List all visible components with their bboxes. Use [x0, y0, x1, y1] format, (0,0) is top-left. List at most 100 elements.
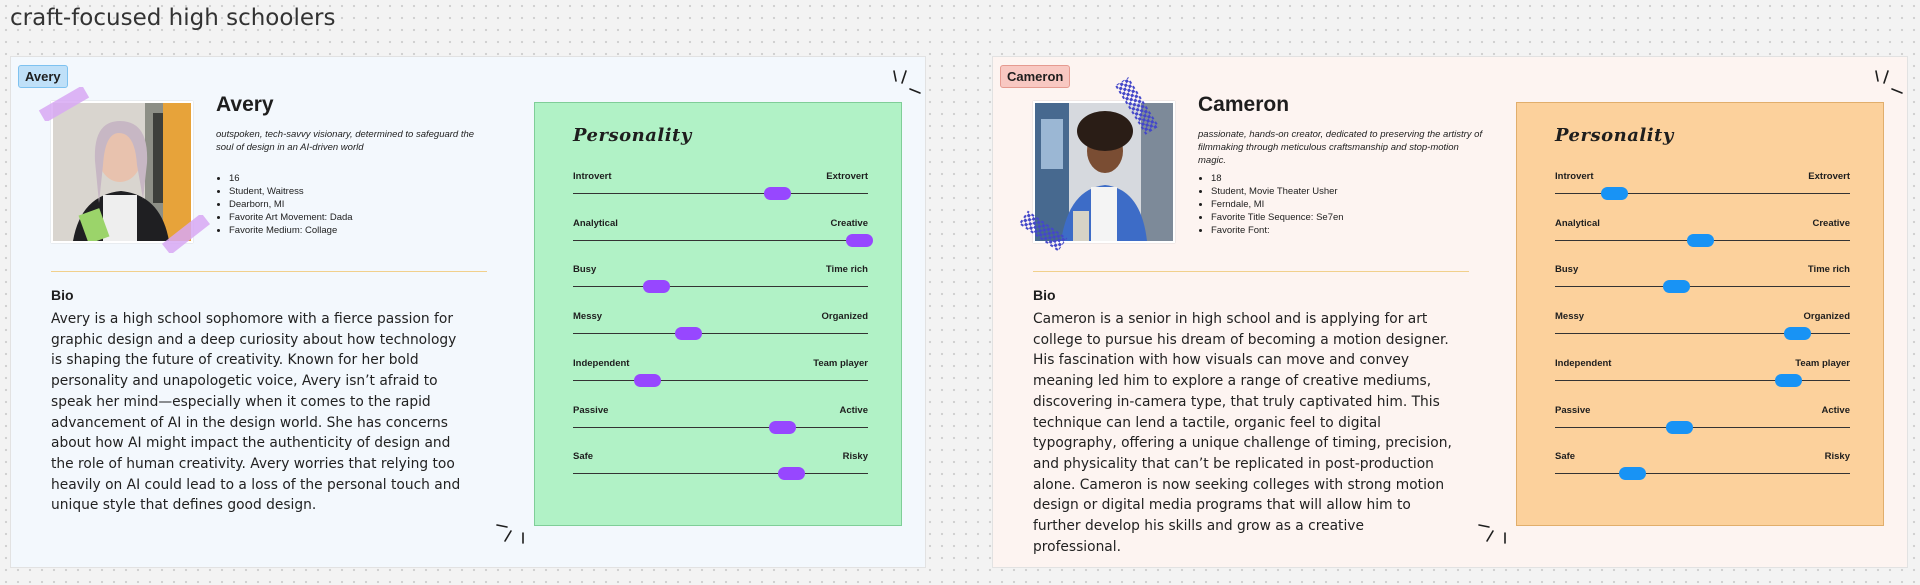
slider-track[interactable] [573, 193, 868, 194]
trait-slider-independent-team-player[interactable]: Independent Team player [573, 358, 868, 388]
slider-track[interactable] [1555, 379, 1850, 381]
trait-slider-safe-risky[interactable]: Safe Risky [573, 451, 868, 481]
fact-item: Student, Movie Theater Usher [1211, 185, 1344, 198]
trait-right-label: Time rich [1807, 264, 1850, 276]
slider-track[interactable] [1555, 193, 1850, 194]
trait-left-label: Busy [573, 264, 597, 276]
fact-item: Dearborn, MI [229, 198, 353, 211]
slider-handle[interactable] [763, 187, 791, 200]
trait-slider-analytical-creative[interactable]: Analytical Creative [573, 217, 874, 248]
persona-card-avery[interactable]: Avery Avery outspoken, tech-savvy vision… [10, 56, 926, 568]
trait-right-label: Risky [842, 451, 868, 463]
sparkle-mark-icon [1875, 70, 1903, 94]
trait-right-label: Extrovert [1808, 171, 1850, 182]
slider-handle[interactable] [1618, 467, 1646, 481]
trait-right-label: Creative [1812, 217, 1851, 229]
bio-heading: Bio [51, 287, 74, 303]
slider-handle[interactable] [1775, 373, 1803, 387]
slider-handle[interactable] [1662, 280, 1690, 294]
trait-slider-passive-active[interactable]: Passive Active [573, 405, 868, 435]
fact-item: Favorite Font: [1211, 224, 1344, 237]
trait-left-label: Independent [1555, 357, 1612, 369]
persona-tag[interactable]: Cameron [1000, 65, 1071, 88]
trait-left-label: Passive [573, 404, 609, 416]
trait-right-label: Risky [1824, 451, 1850, 463]
trait-right-label: Team player [1795, 357, 1850, 369]
slider-track[interactable] [1555, 426, 1850, 428]
slider-handle[interactable] [1783, 327, 1811, 341]
trait-right-label: Extrovert [826, 171, 868, 182]
persona-name: Avery [216, 93, 274, 116]
trait-slider-safe-risky[interactable]: Safe Risky [1555, 451, 1850, 481]
bio-text: Avery is a high school sophomore with a … [51, 311, 461, 514]
trait-left-label: Safe [573, 451, 594, 463]
trait-left-label: Introvert [1555, 171, 1594, 182]
persona-name: Cameron [1198, 93, 1290, 116]
trait-left-label: Passive [1555, 404, 1591, 416]
persona-description: outspoken, tech-savvy visionary, determi… [216, 129, 475, 153]
personality-panel[interactable]: Personality Introvert Extrovert Analytical… [1516, 102, 1884, 526]
trait-slider-analytical-creative[interactable]: Analytical Creative [1555, 218, 1850, 248]
trait-left-label: Introvert [573, 171, 612, 182]
persona-tag[interactable]: Avery [18, 65, 68, 88]
slider-track[interactable] [573, 286, 868, 288]
tape-decoration [161, 215, 211, 253]
trait-right-label: Active [839, 404, 868, 416]
fact-item: Favorite Title Sequence: Se7en [1211, 211, 1344, 224]
tape-decoration [38, 87, 90, 121]
tape-decoration [1018, 210, 1068, 252]
slider-track[interactable] [573, 473, 868, 475]
divider [51, 271, 487, 272]
slider-handle[interactable] [1665, 420, 1693, 434]
sparkle-mark-icon [496, 524, 524, 544]
divider [1033, 271, 1469, 272]
slider-handle[interactable] [1601, 187, 1628, 200]
trait-right-label: Time rich [825, 264, 868, 276]
trait-left-label: Analytical [573, 217, 618, 229]
trait-slider-introvert-extrovert[interactable]: Introvert Extrovert [573, 171, 868, 201]
sparkle-mark-icon [893, 70, 921, 94]
fact-item: Favorite Medium: Collage [229, 224, 353, 237]
trait-slider-passive-active[interactable]: Passive Active [1555, 405, 1850, 435]
fact-item: 18 [1211, 172, 1344, 185]
slider-handle[interactable] [642, 280, 670, 294]
trait-right-label: Organized [821, 311, 868, 323]
slider-track[interactable] [1555, 286, 1850, 288]
trait-left-label: Independent [573, 357, 630, 369]
trait-right-label: Creative [830, 217, 869, 229]
slider-handle[interactable] [1686, 233, 1714, 247]
fact-item: Ferndale, MI [1211, 198, 1344, 211]
trait-slider-busy-time-rich[interactable]: Busy Time rich [1555, 264, 1850, 294]
tape-decoration [1114, 77, 1160, 135]
panel-title: Personality [1555, 125, 1674, 146]
trait-right-label: Organized [1803, 311, 1850, 323]
trait-left-label: Messy [1555, 311, 1585, 323]
trait-left-label: Analytical [1555, 217, 1600, 229]
trait-slider-independent-team-player[interactable]: Independent Team player [1555, 358, 1850, 388]
bio-heading: Bio [1033, 287, 1056, 303]
slider-track[interactable] [573, 379, 868, 381]
trait-slider-introvert-extrovert[interactable]: Introvert Extrovert [1555, 171, 1850, 201]
slider-track[interactable] [573, 426, 868, 428]
personality-panel[interactable]: Personality Introvert Extrovert Analytical… [534, 102, 902, 526]
slider-track[interactable] [573, 239, 868, 241]
trait-slider-messy-organized[interactable]: Messy Organized [1555, 311, 1850, 341]
slider-track[interactable] [1555, 473, 1850, 475]
fact-item: Favorite Art Movement: Dada [229, 211, 353, 224]
slider-handle[interactable] [778, 467, 806, 481]
trait-slider-messy-organized[interactable]: Messy Organized [573, 311, 868, 341]
sparkle-mark-icon [1478, 524, 1506, 544]
slider-handle[interactable] [675, 327, 703, 341]
slider-handle[interactable] [633, 373, 661, 387]
slider-track[interactable] [573, 333, 868, 335]
bio-text: Cameron is a senior in high school and i… [1033, 311, 1452, 555]
persona-card-cameron[interactable]: Cameron Cameron passionate, hands-on cre… [992, 56, 1908, 568]
fact-item: Student, Waitress [229, 185, 353, 198]
trait-slider-busy-time-rich[interactable]: Busy Time rich [573, 264, 868, 294]
slider-handle[interactable] [846, 233, 874, 247]
trait-right-label: Team player [813, 357, 868, 369]
page-title: craft-focused high schoolers [10, 5, 336, 31]
trait-left-label: Safe [1555, 451, 1576, 463]
fact-item: 16 [229, 172, 353, 185]
slider-handle[interactable] [769, 420, 797, 434]
